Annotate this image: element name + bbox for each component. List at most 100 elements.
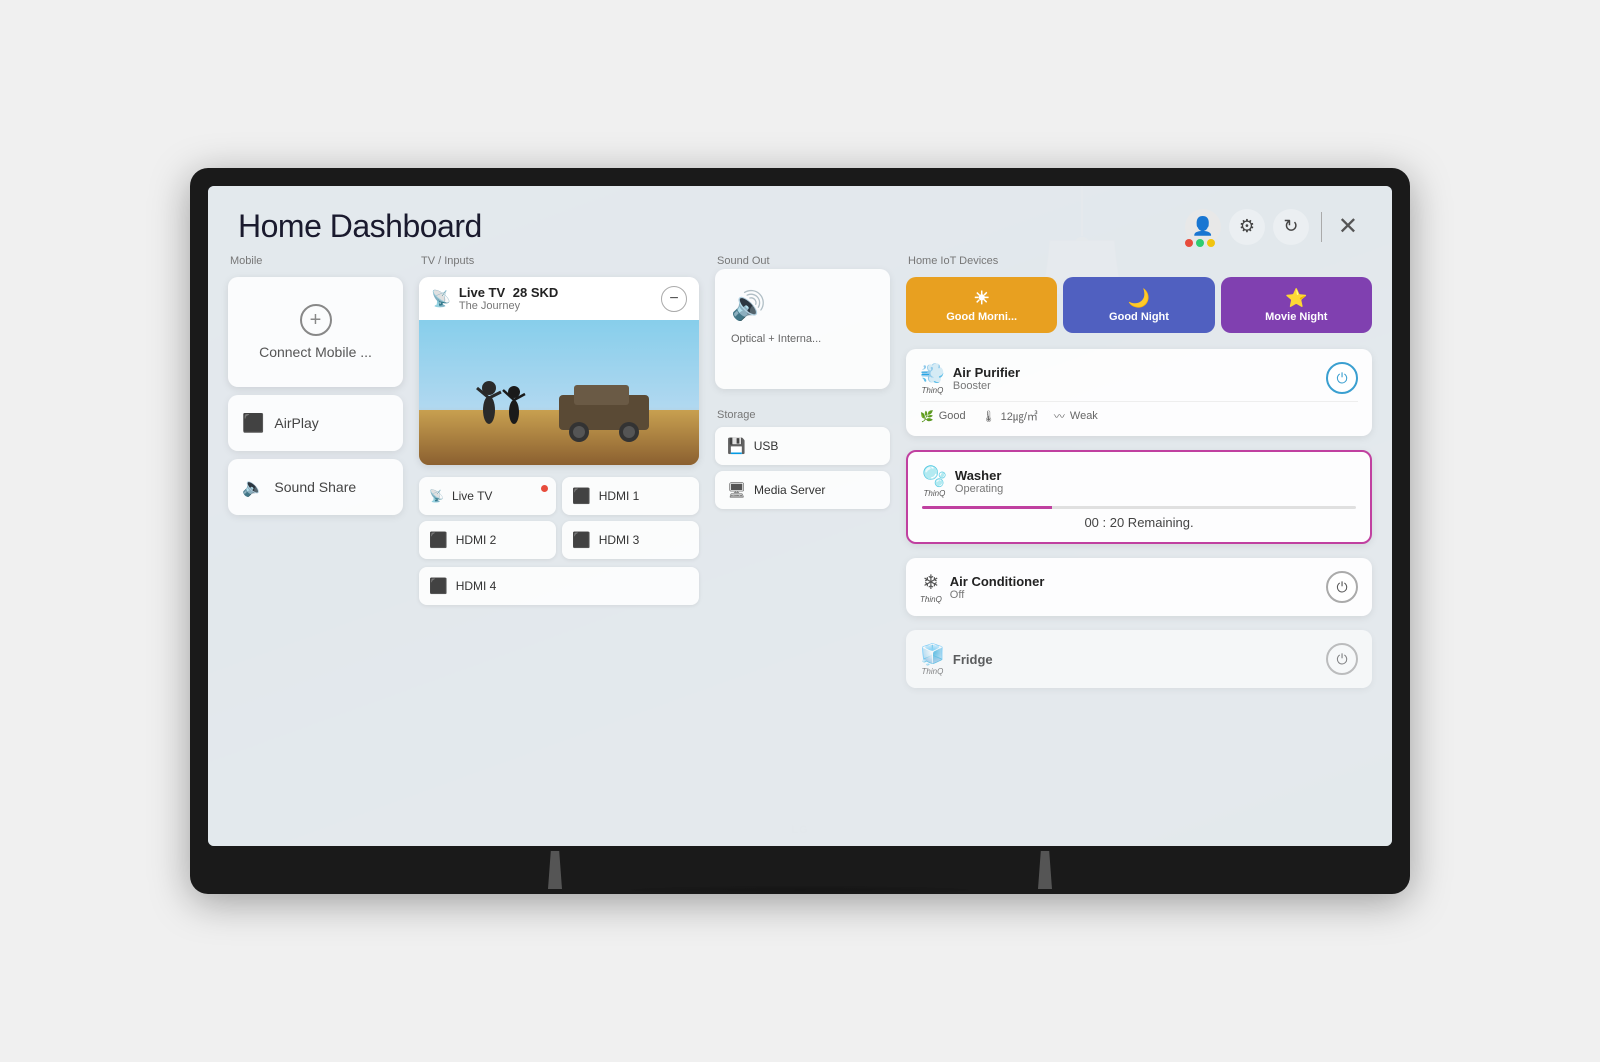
live-tv-icon: 📡 [429,489,444,503]
good-night-button[interactable]: 🌙 Good Night [1063,277,1214,333]
thinq-label-3: ThinQ [920,595,942,604]
dashboard-panel: Home Dashboard 👤 ⚙ ↻ ✕ [208,186,1392,846]
hdmi3-button[interactable]: ⬛ HDMI 3 [562,521,699,559]
fridge-power-button[interactable]: ⏻ [1326,643,1358,675]
tv-stand [208,846,1392,894]
washer-name: Washer [955,468,1003,483]
washer-card: 🫧 ThinQ Washer Operating [906,450,1372,544]
live-tv-button[interactable]: 📡 Live TV [419,477,556,515]
connect-mobile-button[interactable]: + Connect Mobile ... [228,277,403,387]
profile-button[interactable]: 👤 [1185,209,1221,245]
washer-progress: 00 : 20 Remaining. [922,506,1356,530]
live-tv-card: 📡 Live TV 28 SKD The Journey − [419,277,699,465]
mobile-column: Mobile + Connect Mobile ... ⬛ AirPlay 🔈 … [228,255,403,836]
ac-name: Air Conditioner [950,574,1045,589]
thinq-label-2: ThinQ [924,489,946,498]
airplay-button[interactable]: ⬛ AirPlay [228,395,403,451]
sun-icon: ☀ [974,288,990,309]
speaker-icon: 🔊 [731,289,766,322]
sound-out-card: 🔊 Optical + Interna... [715,269,890,389]
hdmi4-button[interactable]: ⬛ HDMI 4 [419,567,699,605]
sound-share-label: Sound Share [274,479,356,495]
live-tv-info: 📡 Live TV 28 SKD The Journey [431,285,558,312]
aq-pm: 🌡 12㎍/㎥ [982,408,1038,424]
dot-green [1196,239,1204,247]
thinq-label-1: ThinQ [922,386,944,395]
hdmi1-icon: ⬛ [572,487,591,505]
dashboard-title: Home Dashboard [238,208,482,245]
aq-pm-label: 12㎍/㎥ [1001,408,1038,424]
washer-remaining: 00 : 20 Remaining. [922,515,1356,530]
aq-weak-icon: 〰 [1054,408,1065,424]
washer-info: 🫧 ThinQ Washer Operating [922,464,1003,498]
star-icon: ⭐ [1285,288,1307,309]
air-purifier-card: 💨 ThinQ Air Purifier Booster ⏻ [906,349,1372,436]
airplay-icon: ⬛ [242,413,264,434]
ac-info: ❄ ThinQ Air Conditioner Off [920,570,1044,604]
aq-pm-icon: 🌡 [982,410,996,423]
stand-shadow [630,886,970,894]
refresh-button[interactable]: ↻ [1273,209,1309,245]
movie-night-button[interactable]: ⭐ Movie Night [1221,277,1372,333]
minimize-button[interactable]: − [661,286,687,312]
fridge-text: Fridge [953,652,993,667]
fridge-info: 🧊 ThinQ Fridge [920,642,993,676]
ac-icon-wrap: ❄ ThinQ [920,570,942,604]
air-purifier-icon: 💨 [920,361,945,386]
live-tv-button-label: Live TV [452,489,492,503]
aq-weak-label: Weak [1070,410,1098,422]
aq-good: 🌿 Good [920,410,966,423]
dot-yellow [1207,239,1215,247]
fridge-name: Fridge [953,652,993,667]
sound-share-button[interactable]: 🔈 Sound Share [228,459,403,515]
hdmi4-icon: ⬛ [429,577,448,595]
hdmi1-button[interactable]: ⬛ HDMI 1 [562,477,699,515]
good-morning-button[interactable]: ☀ Good Morni... [906,277,1057,333]
moon-icon: 🌙 [1128,288,1150,309]
air-purifier-header: 💨 ThinQ Air Purifier Booster ⏻ [920,361,1358,395]
profile-dots [1185,239,1215,247]
input-grid: 📡 Live TV ⬛ HDMI 1 ⬛ HDMI 2 [419,477,699,559]
good-morning-label: Good Morni... [946,311,1017,323]
washer-header: 🫧 ThinQ Washer Operating [922,464,1356,498]
ac-status: Off [950,589,1045,601]
washer-status: Operating [955,483,1003,495]
air-purifier-power-button[interactable]: ⏻ [1326,362,1358,394]
fridge-card: 🧊 ThinQ Fridge ⏻ [906,630,1372,688]
tv-thumbnail [419,320,699,465]
tv-screen: Home Dashboard 👤 ⚙ ↻ ✕ [208,186,1392,846]
air-quality-row: 🌿 Good 🌡 12㎍/㎥ 〰 Weak [920,401,1358,424]
air-conditioner-card: ❄ ThinQ Air Conditioner Off ⏻ [906,558,1372,616]
live-indicator [541,485,548,492]
plus-icon: + [300,304,332,336]
usb-icon: 💾 [727,437,746,455]
live-tv-header: 📡 Live TV 28 SKD The Journey − [419,277,699,320]
sound-storage-column: Sound Out 🔊 Optical + Interna... Storage… [715,255,890,836]
connect-mobile-text: Connect Mobile ... [259,344,372,360]
air-purifier-status: Booster [953,380,1020,392]
scene-buttons: ☀ Good Morni... 🌙 Good Night ⭐ Movie Nig… [906,277,1372,333]
hdmi4-label: HDMI 4 [456,579,497,593]
tv-inputs-column: TV / Inputs 📡 Live TV 28 SKD [419,255,699,836]
aq-good-icon: 🌿 [920,410,934,423]
dot-red [1185,239,1193,247]
dashboard-header: Home Dashboard 👤 ⚙ ↻ ✕ [208,186,1392,255]
hdmi2-button[interactable]: ⬛ HDMI 2 [419,521,556,559]
iot-column: Home IoT Devices ☀ Good Morni... 🌙 Good … [906,255,1372,836]
storage-label: Storage [715,409,890,421]
washer-progress-fill [922,506,1052,509]
mobile-label: Mobile [228,255,403,267]
iot-label: Home IoT Devices [906,255,1372,267]
sound-out-label: Sound Out [715,255,890,267]
ac-power-button[interactable]: ⏻ [1326,571,1358,603]
air-purifier-icon-wrap: 💨 ThinQ [920,361,945,395]
good-night-label: Good Night [1109,311,1169,323]
close-button[interactable]: ✕ [1334,212,1362,241]
fridge-header: 🧊 ThinQ Fridge ⏻ [920,642,1358,676]
movie-night-label: Movie Night [1265,311,1327,323]
settings-button[interactable]: ⚙ [1229,209,1265,245]
media-server-button[interactable]: 🖥 Media Server [715,471,890,509]
usb-button[interactable]: 💾 USB [715,427,890,465]
stand-leg-right [1038,851,1052,889]
fridge-icon-wrap: 🧊 ThinQ [920,642,945,676]
